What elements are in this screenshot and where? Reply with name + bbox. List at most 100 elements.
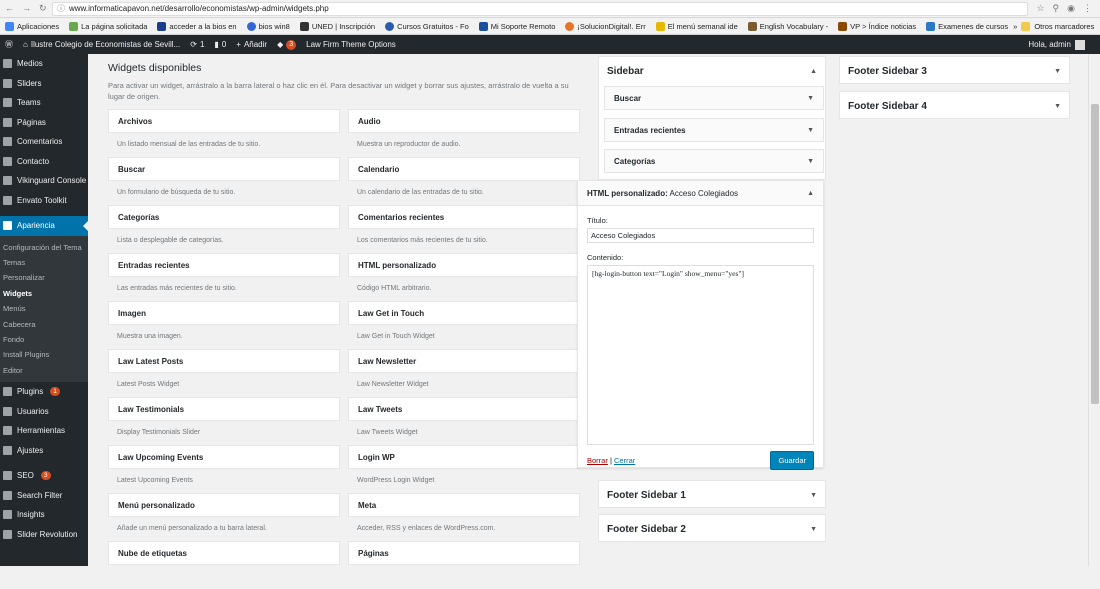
widget-tag-cloud[interactable]: Nube de etiquetas [108, 541, 340, 589]
overflow-icon[interactable]: » [1013, 22, 1017, 31]
widget-audio[interactable]: Audio Muestra un reproductor de audio. [348, 109, 580, 157]
search-icon[interactable]: ⚲ [1053, 3, 1060, 14]
extension-icon[interactable]: ◉ [1067, 3, 1075, 14]
add-new-link[interactable]: + Añadir [231, 40, 272, 49]
expand-arrow-icon[interactable]: ▼ [1054, 68, 1061, 75]
expand-arrow-icon[interactable]: ▼ [1054, 103, 1061, 110]
footer-sidebar-4[interactable]: Footer Sidebar 4 ▼ [839, 91, 1070, 119]
delete-link[interactable]: Borrar [587, 456, 608, 465]
widget-pages[interactable]: Páginas [348, 541, 580, 589]
widget-law-latest-posts[interactable]: Law Latest Posts Latest Posts Widget [108, 349, 340, 397]
menu-item-envato[interactable]: Envato Toolkit [0, 191, 88, 211]
bookmark[interactable]: El menú semanal ide [651, 21, 743, 31]
reload-icon[interactable]: ↻ [39, 3, 47, 14]
expand-arrow-icon[interactable]: ▼ [810, 492, 817, 499]
menu-item-pages[interactable]: Páginas [0, 113, 88, 133]
bookmark[interactable]: Aplicaciones [0, 21, 64, 31]
page-scrollbar[interactable] [1088, 54, 1100, 566]
submenu-themes[interactable]: Temas [0, 255, 88, 270]
footer-sidebar-1[interactable]: Footer Sidebar 1 ▼ [598, 480, 826, 508]
submenu-customize[interactable]: Personalizar [0, 270, 88, 285]
updates-link[interactable]: ⟳ 1 [185, 40, 209, 49]
collapse-arrow-icon[interactable]: ▲ [810, 68, 817, 75]
custom-html-widget-header[interactable]: HTML personalizado: Acceso Colegiados ▲ [578, 181, 823, 206]
bookmark[interactable]: English Vocabulary - [743, 21, 833, 31]
menu-item-teams[interactable]: Teams [0, 93, 88, 113]
widget-calendar[interactable]: Calendario Un calendario de las entradas … [348, 157, 580, 205]
forward-icon[interactable]: → [22, 3, 31, 14]
menu-item-users[interactable]: Usuarios [0, 402, 88, 422]
menu-item-slider-revolution[interactable]: Slider Revolution [0, 525, 88, 545]
menu-item-insights[interactable]: Insights [0, 505, 88, 525]
bookmark[interactable]: bios win8 [242, 21, 295, 31]
menu-item-settings[interactable]: Ajustes [0, 441, 88, 461]
back-icon[interactable]: ← [5, 3, 14, 14]
widget-meta[interactable]: Meta Acceder, RSS y enlaces de WordPress.… [348, 493, 580, 541]
widget-categories[interactable]: Categorías Lista o desplegable de categor… [108, 205, 340, 253]
widget-law-upcoming-events[interactable]: Law Upcoming Events Latest Upcoming Event… [108, 445, 340, 493]
menu-item-appearance[interactable]: Apariencia [0, 216, 88, 236]
menu-item-sliders[interactable]: Sliders [0, 74, 88, 94]
comments-link[interactable]: ▮ 0 [209, 40, 231, 49]
widget-login-wp[interactable]: Login WP WordPress Login Widget [348, 445, 580, 493]
widget-law-testimonials[interactable]: Law Testimonials Display Testimonials Sli… [108, 397, 340, 445]
widget-recent-comments[interactable]: Comentarios recientes Los comentarios más… [348, 205, 580, 253]
sidebar-widget-categories[interactable]: Categorías ▼ [604, 149, 824, 173]
account-menu[interactable]: Hola, admin [1028, 39, 1100, 50]
expand-arrow-icon[interactable]: ▼ [807, 95, 814, 102]
submenu-menus[interactable]: Menús [0, 301, 88, 316]
menu-item-plugins[interactable]: Plugins 1 [0, 382, 88, 402]
title-input[interactable]: Acceso Colegiados [587, 228, 814, 243]
sidebar-area-header[interactable]: Sidebar ▲ [599, 57, 825, 85]
submenu-theme-config[interactable]: Configuración del Tema [0, 240, 88, 255]
save-button[interactable]: Guardar [770, 451, 814, 470]
plugin-link[interactable]: ◆ 3 [272, 39, 301, 50]
wp-logo[interactable]: Ⓦ [0, 39, 18, 50]
menu-icon[interactable]: ⋮ [1083, 3, 1092, 14]
widget-law-newsletter[interactable]: Law Newsletter Law Newsletter Widget [348, 349, 580, 397]
menu-item-seo[interactable]: SEO 3 [0, 466, 88, 486]
other-bookmarks[interactable]: » Otros marcadores [1013, 21, 1100, 31]
bookmark[interactable]: Cursos Gratuitos - Fo [380, 21, 474, 31]
menu-item-vikinguard[interactable]: Vikinguard Console [0, 171, 88, 191]
widget-image[interactable]: Imagen Muestra una imagen. [108, 301, 340, 349]
widget-law-get-in-touch[interactable]: Law Get in Touch Law Get in Touch Widget [348, 301, 580, 349]
menu-item-search-filter[interactable]: Search Filter [0, 486, 88, 506]
bookmark[interactable]: ¡SolucionDigital!. Err [560, 21, 650, 31]
submenu-install-plugins[interactable]: Install Plugins [0, 347, 88, 362]
expand-arrow-icon[interactable]: ▼ [807, 127, 814, 134]
bookmark[interactable]: La página solicitada [64, 21, 152, 31]
bookmark[interactable]: UNED | Inscripción [295, 21, 380, 31]
submenu-editor[interactable]: Editor [0, 363, 88, 378]
submenu-widgets[interactable]: Widgets [0, 286, 88, 301]
widget-custom-menu[interactable]: Menú personalizado Añade un menú personal… [108, 493, 340, 541]
bookmark[interactable]: Mi Soporte Remoto [474, 21, 561, 31]
widget-recent-posts[interactable]: Entradas recientes Las entradas más recie… [108, 253, 340, 301]
submenu-header[interactable]: Cabecera [0, 317, 88, 332]
menu-item-contact[interactable]: Contacto [0, 152, 88, 172]
footer-sidebar-2[interactable]: Footer Sidebar 2 ▼ [598, 514, 826, 542]
menu-item-tools[interactable]: Herramientas [0, 421, 88, 441]
menu-item-comments[interactable]: Comentarios [0, 132, 88, 152]
widget-law-tweets[interactable]: Law Tweets Law Tweets Widget [348, 397, 580, 445]
theme-options-link[interactable]: Law Firm Theme Options [301, 40, 401, 49]
url-field[interactable]: ⓘ www.informaticapavon.net/desarrollo/ec… [52, 1, 1029, 16]
star-icon[interactable]: ☆ [1036, 3, 1044, 14]
site-name[interactable]: ⌂ Ilustre Colegio de Economistas de Sevil… [18, 40, 185, 49]
collapse-arrow-icon[interactable]: ▲ [807, 190, 814, 197]
sidebar-widget-recent-posts[interactable]: Entradas recientes ▼ [604, 118, 824, 142]
menu-item-media[interactable]: Medios [0, 54, 88, 74]
scrollbar-thumb[interactable] [1091, 104, 1099, 404]
bookmark[interactable]: acceder a la bios en [152, 21, 241, 31]
info-icon[interactable]: ⓘ [57, 3, 65, 14]
widget-search[interactable]: Buscar Un formulario de búsqueda de tu si… [108, 157, 340, 205]
widget-archives[interactable]: Archivos Un listado mensual de las entrad… [108, 109, 340, 157]
submenu-background[interactable]: Fondo [0, 332, 88, 347]
widget-custom-html[interactable]: HTML personalizado Código HTML arbitrario… [348, 253, 580, 301]
content-textarea[interactable]: [hg-login-button text="Login" show_menu=… [587, 265, 814, 445]
expand-arrow-icon[interactable]: ▼ [807, 158, 814, 165]
bookmark[interactable]: VP > Índice noticias [833, 21, 921, 31]
close-link[interactable]: Cerrar [614, 456, 635, 465]
bookmark[interactable]: Examenes de cursos [921, 21, 1013, 31]
expand-arrow-icon[interactable]: ▼ [810, 526, 817, 533]
